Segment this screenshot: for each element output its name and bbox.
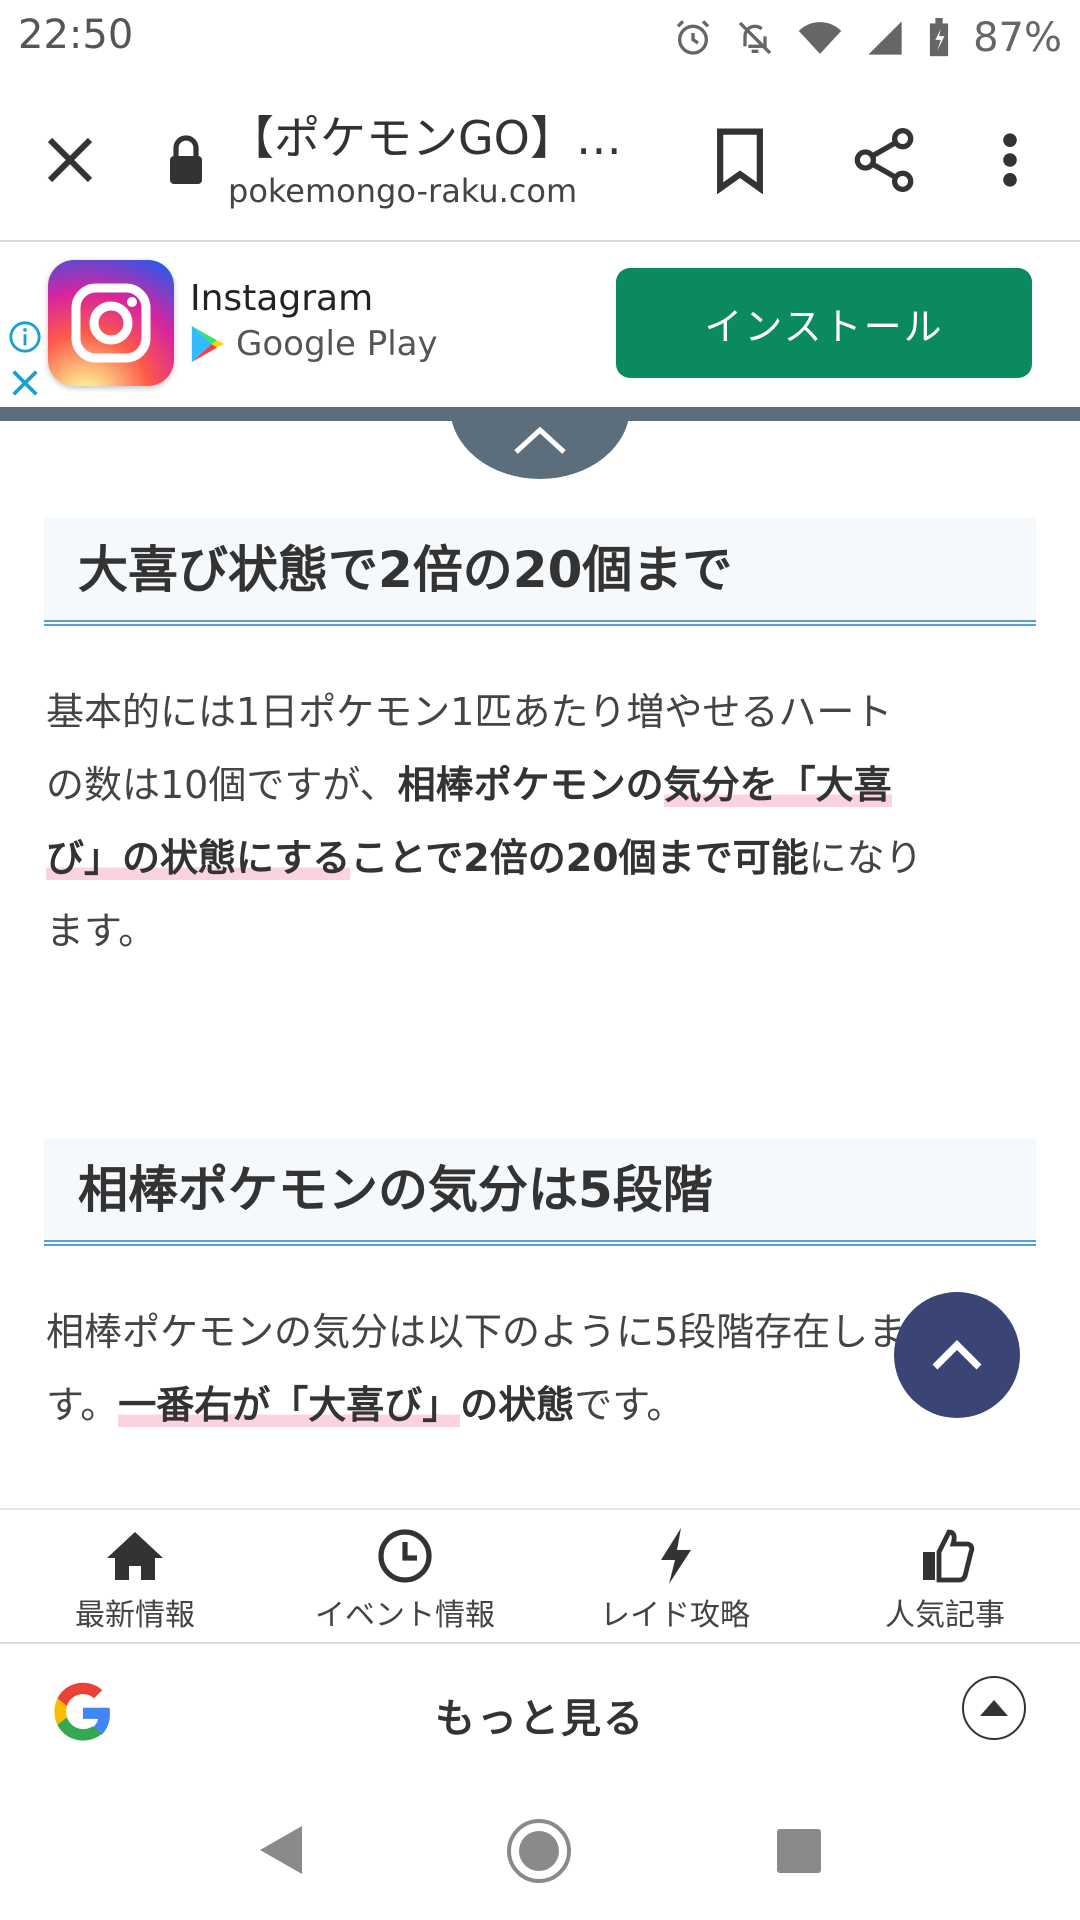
nav-item-popular[interactable]: 人気記事	[810, 1510, 1080, 1642]
text-run: す。	[46, 1383, 119, 1427]
highlighted-text: 気分を「大喜	[663, 763, 892, 807]
bold-text: ことで2倍の20個まで可能	[350, 836, 809, 880]
chevron-up-icon	[932, 1340, 982, 1370]
text-run: です。	[574, 1383, 685, 1427]
google-play-text: Google Play	[236, 324, 438, 364]
bottom-nav: 最新情報 イベント情報 レイド攻略 人気記事	[0, 1508, 1080, 1642]
thumbs-up-icon	[923, 1529, 975, 1583]
system-navigation-bar	[0, 1778, 1080, 1920]
chevron-up-icon	[510, 420, 570, 460]
nav-label: イベント情報	[315, 1598, 495, 1633]
battery-percentage: 87%	[973, 15, 1062, 61]
more-options-button[interactable]	[990, 126, 1030, 194]
page-title[interactable]: 【ポケモンGO】…	[228, 102, 628, 168]
close-button[interactable]	[40, 130, 100, 190]
scroll-to-top-button[interactable]	[894, 1292, 1020, 1418]
article-paragraph: 相棒ポケモンの気分は以下のように5段階存在しま す。一番右が「大喜び」の状態です…	[46, 1296, 1036, 1442]
text-run: 基本的には1日ポケモン1匹あたり増やせるハート	[46, 690, 893, 734]
text-run: の数は10個ですが、	[46, 763, 398, 807]
share-icon	[854, 127, 914, 192]
wifi-icon	[798, 22, 842, 54]
alarm-icon	[676, 20, 710, 55]
signal-icon	[868, 21, 902, 55]
back-icon[interactable]	[256, 1824, 304, 1876]
status-icons: 87%	[673, 10, 1062, 66]
ad-banner[interactable]: Instagram Google Play インストール	[0, 242, 1080, 407]
battery-charging-icon	[930, 18, 949, 57]
more-vert-icon	[1003, 133, 1017, 187]
nav-item-raid[interactable]: レイド攻略	[540, 1510, 810, 1642]
bookmark-icon	[717, 128, 763, 195]
ad-close-icon[interactable]	[8, 366, 42, 400]
bold-text: の状態	[460, 1383, 575, 1427]
google-play-icon	[191, 326, 225, 362]
highlighted-text: 一番右が「大喜び」	[118, 1383, 461, 1427]
lightning-icon	[661, 1528, 691, 1584]
bookmark-button[interactable]	[710, 126, 770, 195]
ad-info-icon[interactable]	[8, 320, 42, 354]
nav-label: 人気記事	[885, 1598, 1005, 1633]
close-icon	[47, 137, 93, 183]
browser-toolbar: 【ポケモンGO】… pokemongo-raku.com	[0, 80, 1080, 242]
highlighted-text: び」の状態にする	[46, 836, 351, 880]
bold-text: 相棒ポケモンの	[397, 763, 664, 807]
notifications-off-icon	[738, 21, 772, 55]
section-heading: 大喜び状態で2倍の20個まで	[44, 518, 1036, 626]
article-paragraph: 基本的には1日ポケモン1匹あたり増やせるハート の数は10個ですが、相棒ポケモン…	[46, 676, 1036, 968]
home-icon	[107, 1532, 163, 1580]
nav-item-events[interactable]: イベント情報	[270, 1510, 540, 1642]
status-bar: 22:50 87%	[0, 0, 1080, 78]
nav-item-latest[interactable]: 最新情報	[0, 1510, 270, 1642]
home-button-icon[interactable]	[506, 1818, 572, 1884]
text-run: ます。	[46, 909, 157, 953]
google-more-bar: もっと見る	[0, 1642, 1080, 1780]
clock-icon	[378, 1529, 432, 1583]
google-play-badge: Google Play	[190, 324, 438, 364]
status-time: 22:50	[18, 12, 134, 58]
nav-label: 最新情報	[75, 1598, 195, 1633]
recents-icon[interactable]	[776, 1828, 822, 1874]
lock-icon	[166, 132, 206, 188]
nav-label: レイド攻略	[600, 1598, 750, 1633]
more-label[interactable]: もっと見る	[0, 1686, 1080, 1744]
text-run: 相棒ポケモンの気分は以下のように5段階存在しま	[46, 1310, 907, 1354]
ad-app-name[interactable]: Instagram	[190, 278, 373, 319]
instagram-logo-icon[interactable]	[48, 260, 174, 386]
section-heading: 相棒ポケモンの気分は5段階	[44, 1138, 1036, 1246]
share-button[interactable]	[852, 126, 916, 194]
expand-button[interactable]	[962, 1676, 1026, 1740]
install-button[interactable]: インストール	[616, 268, 1032, 378]
triangle-up-icon	[980, 1700, 1008, 1716]
page-url[interactable]: pokemongo-raku.com	[228, 172, 577, 210]
text-run: になり	[808, 836, 923, 880]
